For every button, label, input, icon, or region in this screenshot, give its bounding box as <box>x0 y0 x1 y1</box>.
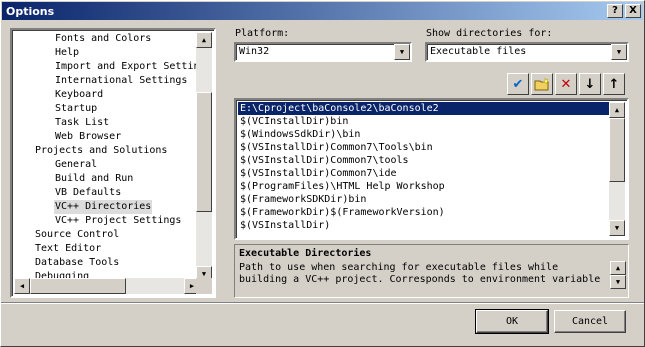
directories-list[interactable]: E:\Cproject\baConsole2\baConsole2 $(VCIns… <box>234 98 629 240</box>
directory-item[interactable]: $(FrameworkDir)$(FrameworkVersion) <box>238 206 611 219</box>
chevron-down-icon[interactable]: ▼ <box>394 44 410 60</box>
tree-item[interactable]: VB Defaults <box>54 186 122 200</box>
scroll-up-icon[interactable]: ▲ <box>196 32 212 48</box>
tree-item[interactable]: Fonts and Colors <box>54 32 152 46</box>
tree-vertical-scrollbar[interactable]: ▲ ▼ <box>196 32 212 282</box>
separator <box>1 302 644 304</box>
tree-item[interactable]: VC++ Project Settings <box>54 214 182 228</box>
show-directories-select[interactable]: Executable files ▼ <box>425 42 629 62</box>
tree-item[interactable]: Projects and Solutions <box>34 144 168 158</box>
platform-select[interactable]: Win32 ▼ <box>234 42 412 62</box>
tree-vscroll-thumb[interactable] <box>196 92 212 212</box>
move-up-icon[interactable]: ↑ <box>603 73 625 95</box>
scroll-up-icon[interactable]: ▲ <box>610 261 626 275</box>
tree-list: Fonts and Colors Help Import and Export Se… <box>14 32 200 282</box>
description-panel: Executable Directories Path to use when … <box>234 244 629 298</box>
options-tree[interactable]: Fonts and Colors Help Import and Export Se… <box>10 28 216 298</box>
delete-icon[interactable]: ✕ <box>555 73 577 95</box>
tree-item[interactable]: Task List <box>54 116 110 130</box>
directory-item[interactable]: $(VCInstallDir)bin <box>238 115 611 128</box>
ok-button[interactable]: OK <box>475 309 549 334</box>
title-bar: Options ? X <box>2 2 643 20</box>
directory-item[interactable]: $(WindowsSdkDir)\bin <box>238 128 611 141</box>
directory-item[interactable]: $(FrameworkSDKDir)bin <box>238 193 611 206</box>
directory-item[interactable]: $(VSInstallDir)Common7\tools <box>238 154 611 167</box>
help-button[interactable]: ? <box>607 4 623 18</box>
scroll-down-icon[interactable]: ▼ <box>609 220 625 236</box>
tree-item[interactable]: Database Tools <box>34 256 120 270</box>
chevron-down-icon[interactable]: ▼ <box>611 44 627 60</box>
cancel-button[interactable]: Cancel <box>554 310 626 333</box>
scroll-down-icon[interactable]: ▼ <box>610 275 626 289</box>
tree-item[interactable]: Import and Export Settin <box>54 60 200 74</box>
folder-icon <box>534 77 550 91</box>
directory-item[interactable]: $(VSInstallDir) <box>238 219 611 232</box>
scroll-up-icon[interactable]: ▲ <box>609 102 625 118</box>
tree-item[interactable]: VC++ Directories <box>54 200 153 214</box>
check-icon[interactable]: ✔ <box>507 73 529 95</box>
scroll-left-icon[interactable]: ◀ <box>14 278 30 294</box>
description-text: Path to use when searching for executabl… <box>239 262 601 285</box>
show-directories-label: Show directories for: <box>426 28 553 39</box>
window-title: Options <box>6 4 55 18</box>
platform-label: Platform: <box>235 28 290 39</box>
directory-item[interactable]: $(VSInstallDir)Common7\Tools\bin <box>238 141 611 154</box>
tree-item[interactable]: Web Browser <box>54 130 122 144</box>
tree-item[interactable]: Build and Run <box>54 172 134 186</box>
tree-horizontal-scrollbar[interactable]: ◀ ▶ <box>14 278 200 294</box>
tree-item[interactable]: International Settings <box>54 74 188 88</box>
scroll-corner <box>196 278 212 294</box>
close-button[interactable]: X <box>625 4 641 18</box>
tree-item[interactable]: General <box>54 158 98 172</box>
options-dialog: Options ? X Fonts and Colors Help Import a… <box>0 0 645 347</box>
move-down-icon[interactable]: ↓ <box>579 73 601 95</box>
directory-item[interactable]: $(ProgramFiles)\HTML Help Workshop <box>238 180 611 193</box>
tree-item[interactable]: Keyboard <box>54 88 104 102</box>
directories-items: E:\Cproject\baConsole2\baConsole2 $(VCIns… <box>238 102 611 236</box>
directory-item[interactable]: $(VSInstallDir)Common7\ide <box>238 167 611 180</box>
tree-item[interactable]: Text Editor <box>34 242 102 256</box>
directory-item[interactable]: E:\Cproject\baConsole2\baConsole2 <box>238 102 611 115</box>
directories-vertical-scrollbar[interactable]: ▲ ▼ <box>609 102 625 236</box>
description-scrollbar[interactable]: ▲ ▼ <box>610 261 626 289</box>
tree-item[interactable]: Help <box>54 46 80 60</box>
description-title: Executable Directories <box>239 248 372 259</box>
tree-hscroll-thumb[interactable] <box>30 278 126 294</box>
tree-item[interactable]: Source Control <box>34 228 120 242</box>
tree-item[interactable]: Startup <box>54 102 98 116</box>
new-folder-icon[interactable] <box>531 73 553 95</box>
platform-value: Win32 <box>239 46 270 57</box>
directories-vscroll-thumb[interactable] <box>609 118 625 182</box>
show-directories-value: Executable files <box>430 46 527 57</box>
